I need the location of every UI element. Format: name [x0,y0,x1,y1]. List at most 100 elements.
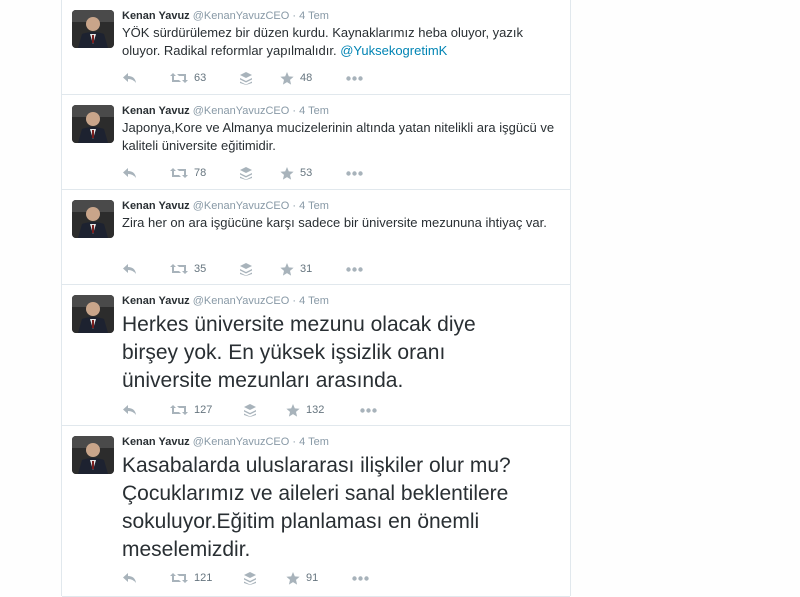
user-username[interactable]: @KenanYavuzCEO [193,200,290,212]
user-fullname[interactable]: Kenan Yavuz [122,10,190,22]
tweet-header: Kenan Yavuz @KenanYavuzCEO · 4 Tem [122,105,329,117]
user-fullname[interactable]: Kenan Yavuz [122,436,190,448]
favorite-count: 31 [300,263,313,275]
star-icon [286,571,300,585]
tweet-header: Kenan Yavuz @KenanYavuzCEO · 4 Tem [122,436,329,448]
tweet-text: Herkes üniversite mezunu olacak diye bir… [122,313,476,392]
more-icon [346,170,363,176]
avatar[interactable] [72,436,114,474]
retweet-icon [170,167,188,179]
reply-icon [122,404,137,416]
stack-icon [244,571,256,585]
retweet-count: 121 [194,572,213,584]
favorite-count: 91 [306,572,319,584]
tweet-header: Kenan Yavuz @KenanYavuzCEO · 4 Tem [122,295,329,307]
retweet-count: 35 [194,263,207,275]
stack-button[interactable] [244,570,256,586]
reply-icon [122,572,137,584]
user-username[interactable]: @KenanYavuzCEO [193,436,290,448]
favorite-count: 132 [306,404,325,416]
retweet-count: 127 [194,404,213,416]
more-icon [360,407,377,413]
favorite-button[interactable]: 48 [280,70,312,86]
tweet-header: Kenan Yavuz @KenanYavuzCEO · 4 Tem [122,200,329,212]
star-icon [280,166,294,180]
tweet-time[interactable]: 4 Tem [299,200,329,212]
tweet-text: Japonya,Kore ve Almanya mucizelerinin al… [122,120,555,153]
separator: · [292,200,297,212]
tweet-text: Kasabalarda uluslararası ilişkiler olur … [122,454,511,561]
stack-button[interactable] [240,165,252,181]
favorite-button[interactable]: 132 [286,402,324,418]
tweet-time[interactable]: 4 Tem [299,105,329,117]
avatar[interactable] [72,200,114,238]
retweet-count: 63 [194,72,207,84]
separator: · [292,105,297,117]
avatar[interactable] [72,295,114,333]
user-username[interactable]: @KenanYavuzCEO [193,105,290,117]
retweet-button[interactable]: 35 [170,261,206,277]
avatar[interactable] [72,105,114,143]
reply-icon [122,167,137,179]
star-icon [286,403,300,417]
favorite-count: 53 [300,167,313,179]
tweet-time[interactable]: 4 Tem [299,295,329,307]
stack-button[interactable] [244,402,256,418]
more-button[interactable] [352,570,369,586]
tweet-item[interactable]: Kenan Yavuz @KenanYavuzCEO · 4 Tem Zira … [62,190,570,285]
user-fullname[interactable]: Kenan Yavuz [122,105,190,117]
stack-icon [240,262,252,276]
tweet-time[interactable]: 4 Tem [299,436,329,448]
more-button[interactable] [360,402,377,418]
more-icon [346,75,363,81]
reply-icon [122,72,137,84]
stack-button[interactable] [240,70,252,86]
stack-icon [240,166,252,180]
mention-link[interactable]: @YuksekogretimK [340,43,447,58]
tweet-header: Kenan Yavuz @KenanYavuzCEO · 4 Tem [122,10,329,22]
user-username[interactable]: @KenanYavuzCEO [193,295,290,307]
avatar[interactable] [72,10,114,48]
tweet-text: Zira her on ara işgücüne karşı sadece bi… [122,215,547,230]
separator: · [292,436,297,448]
more-button[interactable] [346,261,363,277]
retweet-count: 78 [194,167,207,179]
retweet-icon [170,72,188,84]
tweet-text: YÖK sürdürülemez bir düzen kurdu. Kaynak… [122,24,562,60]
separator: · [292,295,297,307]
tweet-timeline: Kenan Yavuz @KenanYavuzCEO · 4 Tem YÖK s… [61,0,571,597]
stack-button[interactable] [240,261,252,277]
star-icon [280,262,294,276]
favorite-button[interactable]: 53 [280,165,312,181]
tweet-time[interactable]: 4 Tem [299,10,329,22]
reply-button[interactable] [122,570,137,586]
retweet-icon [170,263,188,275]
tweet-item[interactable]: Kenan Yavuz @KenanYavuzCEO · 4 Tem YÖK s… [62,0,570,95]
stack-icon [240,71,252,85]
tweet-item[interactable]: Kenan Yavuz @KenanYavuzCEO · 4 Tem Kasab… [62,426,570,597]
tweet-item[interactable]: Kenan Yavuz @KenanYavuzCEO · 4 Tem Herke… [62,285,570,426]
reply-button[interactable] [122,402,137,418]
user-username[interactable]: @KenanYavuzCEO [193,10,290,22]
more-icon [346,266,363,272]
tweet-text-body: YÖK sürdürülemez bir düzen kurdu. Kaynak… [122,25,524,58]
retweet-button[interactable]: 127 [170,402,212,418]
separator: · [292,10,297,22]
tweet-item[interactable]: Kenan Yavuz @KenanYavuzCEO · 4 Tem Japon… [62,95,570,190]
retweet-button[interactable]: 78 [170,165,206,181]
retweet-button[interactable]: 121 [170,570,212,586]
favorite-button[interactable]: 91 [286,570,318,586]
more-button[interactable] [346,165,363,181]
reply-button[interactable] [122,70,137,86]
more-button[interactable] [346,70,363,86]
user-fullname[interactable]: Kenan Yavuz [122,200,190,212]
reply-button[interactable] [122,165,137,181]
favorite-count: 48 [300,72,313,84]
retweet-icon [170,572,188,584]
star-icon [280,71,294,85]
favorite-button[interactable]: 31 [280,261,312,277]
retweet-button[interactable]: 63 [170,70,206,86]
stack-icon [244,403,256,417]
user-fullname[interactable]: Kenan Yavuz [122,295,190,307]
reply-button[interactable] [122,261,137,277]
